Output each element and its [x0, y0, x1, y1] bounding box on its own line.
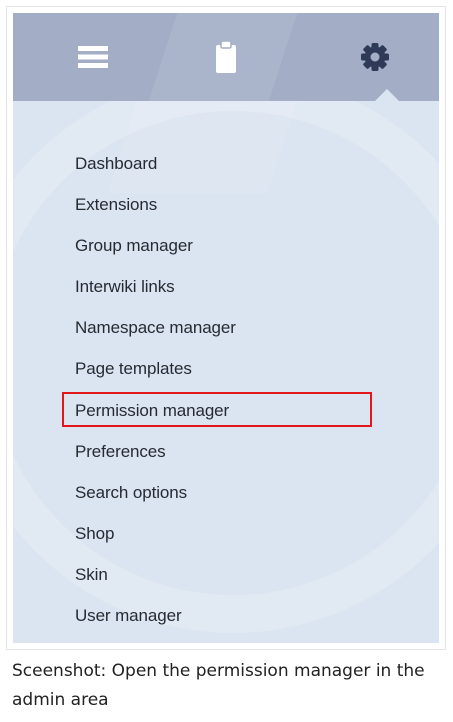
menu-item-group-manager[interactable]: Group manager [13, 225, 439, 266]
menu-item-shop[interactable]: Shop [13, 513, 439, 554]
menu-item-permission-manager[interactable]: Permission manager [13, 390, 439, 431]
tab-navigation[interactable] [33, 13, 153, 101]
menu-item-extensions[interactable]: Extensions [13, 184, 439, 225]
screenshot-figure: Dashboard Extensions Group manager Inter… [6, 6, 446, 650]
menu-item-namespace-manager[interactable]: Namespace manager [13, 307, 439, 348]
menu-item-user-manager[interactable]: User manager [13, 595, 439, 636]
menu-item-skin[interactable]: Skin [13, 554, 439, 595]
hamburger-menu-icon [78, 46, 108, 68]
menu-item-search-options[interactable]: Search options [13, 472, 439, 513]
clipboard-icon [215, 41, 237, 73]
active-tab-pointer [375, 89, 399, 101]
menu-item-preferences[interactable]: Preferences [13, 431, 439, 472]
figure-caption: Sceenshot: Open the permission manager i… [12, 661, 425, 710]
gear-icon [360, 42, 390, 72]
admin-menu-list: Dashboard Extensions Group manager Inter… [13, 143, 439, 636]
admin-sidebar-panel: Dashboard Extensions Group manager Inter… [13, 13, 439, 643]
tab-admin-settings[interactable] [315, 13, 435, 101]
sidebar-tab-header [13, 13, 439, 101]
menu-item-interwiki-links[interactable]: Interwiki links [13, 266, 439, 307]
menu-item-label: Permission manager [75, 400, 230, 420]
menu-item-dashboard[interactable]: Dashboard [13, 143, 439, 184]
tab-clipboard[interactable] [166, 13, 286, 101]
menu-item-page-templates[interactable]: Page templates [13, 348, 439, 389]
